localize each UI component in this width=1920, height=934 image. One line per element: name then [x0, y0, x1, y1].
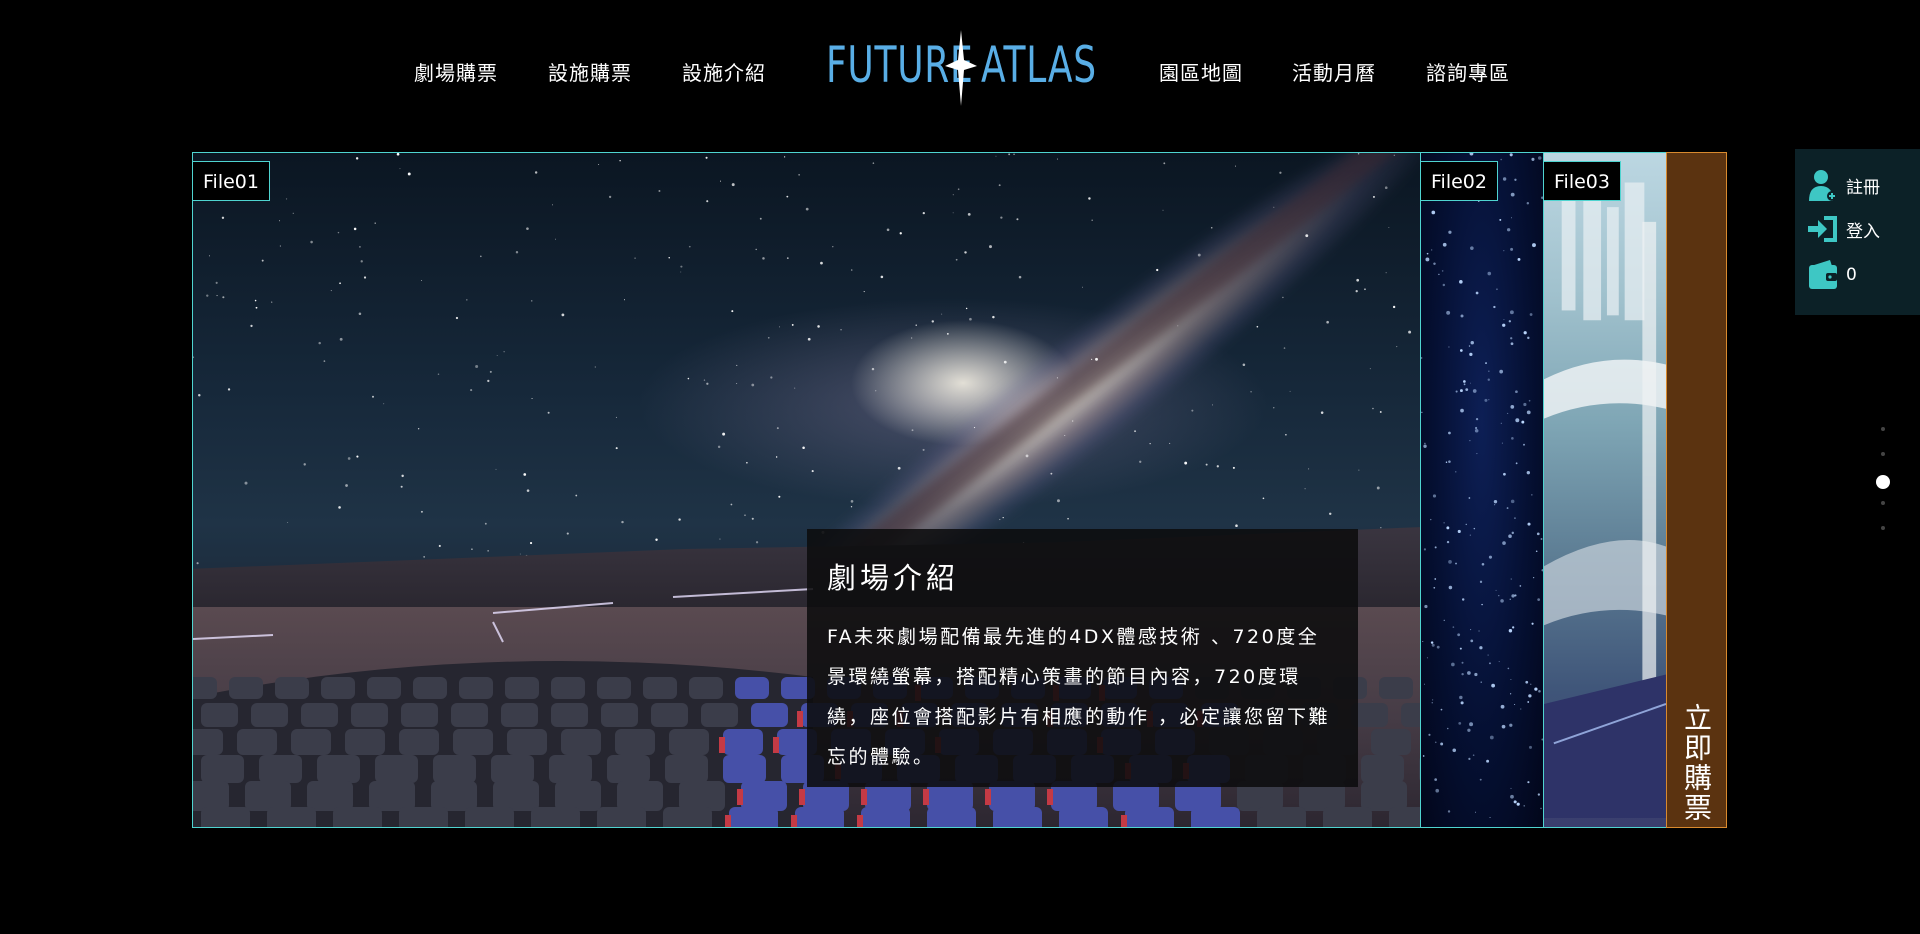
- nav-theater-tickets[interactable]: 劇場購票: [414, 57, 498, 86]
- caption-body: FA未來劇場配備最先進的4DX體感技術 、720度全景環繞螢幕，搭配精心策畫的節…: [827, 626, 1331, 768]
- panel-tag: File02: [1421, 161, 1498, 201]
- logo-word-right: ATLAS: [981, 36, 1097, 94]
- member-panel: 註冊 登入 0: [1795, 149, 1920, 315]
- login-button[interactable]: 登入: [1808, 211, 1880, 247]
- pager-dot-5[interactable]: [1881, 526, 1885, 530]
- nav-facility-intro[interactable]: 設施介紹: [682, 57, 766, 86]
- star-icon: [945, 30, 977, 106]
- city-structures: [1544, 172, 1666, 819]
- buy-now-panel[interactable]: 立即購票: [1666, 152, 1727, 828]
- top-nav: 劇場購票 設施購票 設施介紹 FUTURE ATLAS 園區地圖 活動月曆 諮詢…: [0, 0, 1920, 150]
- nav-inquiry[interactable]: 諮詢專區: [1426, 57, 1510, 86]
- wallet-icon: [1809, 260, 1837, 289]
- pager-dot-4[interactable]: [1881, 501, 1885, 505]
- register-label: 註冊: [1846, 177, 1880, 198]
- pager-dot-2[interactable]: [1881, 452, 1885, 456]
- star-field: [193, 153, 1412, 573]
- caption-box: 劇場介紹 FA未來劇場配備最先進的4DX體感技術 、720度全景環繞螢幕，搭配精…: [807, 529, 1358, 787]
- buy-now-button[interactable]: 立即購票: [1667, 703, 1726, 823]
- login-icon: [1808, 216, 1837, 242]
- wallet-count: 0: [1846, 265, 1857, 285]
- panel-tag: File03: [1544, 161, 1621, 201]
- nav-event-calendar[interactable]: 活動月曆: [1292, 57, 1376, 86]
- caption-title: 劇場介紹: [827, 561, 960, 595]
- login-label: 登入: [1846, 221, 1880, 242]
- pager-dot-1[interactable]: [1881, 427, 1885, 431]
- wallet-button[interactable]: 0: [1808, 257, 1857, 293]
- pager-dot-3[interactable]: [1876, 475, 1890, 489]
- star-field: [1421, 153, 1543, 819]
- future-atlas-logo[interactable]: FUTURE ATLAS: [823, 30, 1100, 106]
- panel-tag: File01: [193, 161, 270, 201]
- nav-park-map[interactable]: 園區地圖: [1159, 57, 1243, 86]
- register-button[interactable]: 註冊: [1808, 167, 1880, 203]
- gallery-panel-file02[interactable]: File02: [1420, 152, 1544, 828]
- user-add-icon: [1809, 170, 1837, 201]
- nav-facility-tickets[interactable]: 設施購票: [548, 57, 632, 86]
- gallery-panel-file03[interactable]: File03: [1543, 152, 1667, 828]
- gallery-panel-file01[interactable]: File01 劇場介紹 FA未來劇場配備最先進的4DX體感技術 、720度全景環…: [192, 152, 1421, 828]
